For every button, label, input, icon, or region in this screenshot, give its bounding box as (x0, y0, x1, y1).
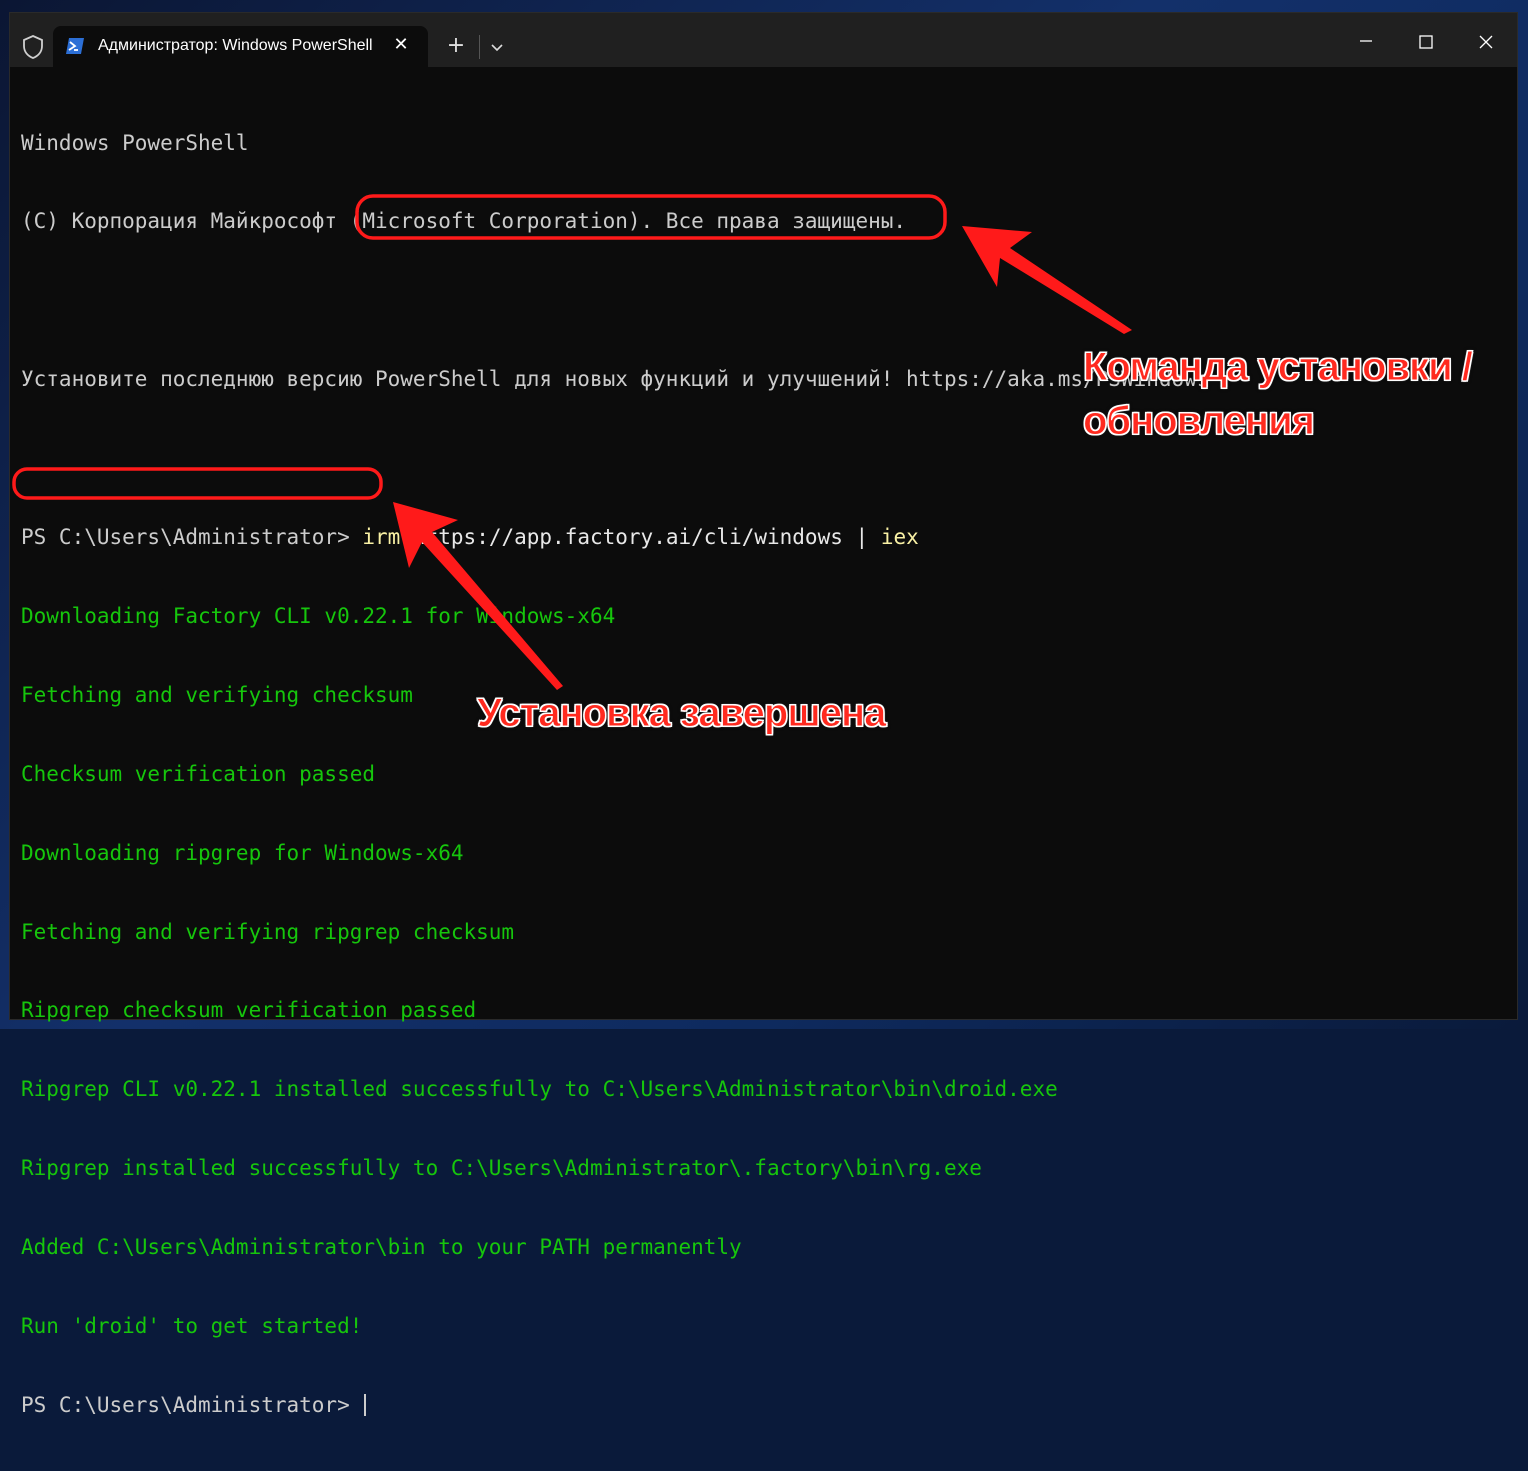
install-callout: Команда установки / обновления (1083, 340, 1474, 448)
terminal-output[interactable]: Windows PowerShell (C) Корпорация Майкро… (21, 77, 1511, 1471)
banner-line: (C) Корпорация Майкрософт (Microsoft Cor… (21, 209, 907, 234)
maximize-icon[interactable] (1406, 27, 1446, 57)
command-url: https://app.factory.ai/cli/windows (412, 525, 843, 550)
chevron-down-icon[interactable] (486, 37, 508, 57)
final-prompt-line: PS C:\Users\Administrator> (21, 1392, 1511, 1418)
output-line: Ripgrep installed successfully to C:\Use… (21, 1156, 982, 1181)
shield-icon (23, 35, 43, 59)
minimize-icon[interactable] (1346, 27, 1386, 57)
tab-powershell[interactable]: Администратор: Windows PowerShell ✕ (53, 26, 428, 67)
output-line-started: Run 'droid' to get started! (21, 1313, 363, 1338)
command-pipe: | (855, 525, 869, 550)
output-line: Checksum verification passed (21, 761, 376, 786)
banner-line: Windows PowerShell (21, 130, 249, 155)
command-keyword: irm (362, 525, 401, 550)
output-line: Ripgrep CLI v0.22.1 installed successful… (21, 1077, 1058, 1102)
text-cursor (364, 1393, 367, 1416)
tab-separator (479, 35, 480, 59)
command-iex: iex (880, 525, 919, 550)
prompt: PS C:\Users\Administrator> (21, 525, 350, 550)
output-line: Ripgrep checksum verification passed (21, 998, 477, 1023)
new-tab-button[interactable]: + (444, 35, 468, 59)
terminal-window: Администратор: Windows PowerShell ✕ + Wi… (10, 13, 1517, 1417)
close-icon[interactable] (1466, 27, 1506, 57)
done-callout: Установка завершена (476, 691, 886, 736)
output-line: Fetching and verifying ripgrep checksum (21, 919, 515, 944)
tab-title: Администратор: Windows PowerShell (98, 37, 373, 54)
powershell-icon (66, 38, 84, 54)
output-line: Added C:\Users\Administrator\bin to your… (21, 1235, 742, 1260)
output-line: Downloading Factory CLI v0.22.1 for Wind… (21, 603, 616, 628)
prompt: PS C:\Users\Administrator> (21, 1392, 350, 1417)
title-bar[interactable]: Администратор: Windows PowerShell ✕ + (10, 13, 1517, 67)
install-callout-line1: Команда установки / (1083, 345, 1474, 390)
tab-close-button[interactable]: ✕ (391, 35, 411, 55)
install-callout-line2: обновления (1083, 399, 1316, 444)
output-line: Downloading ripgrep for Windows-x64 (21, 840, 464, 865)
command-line: PS C:\Users\Administrator> irm https://a… (21, 524, 1511, 550)
